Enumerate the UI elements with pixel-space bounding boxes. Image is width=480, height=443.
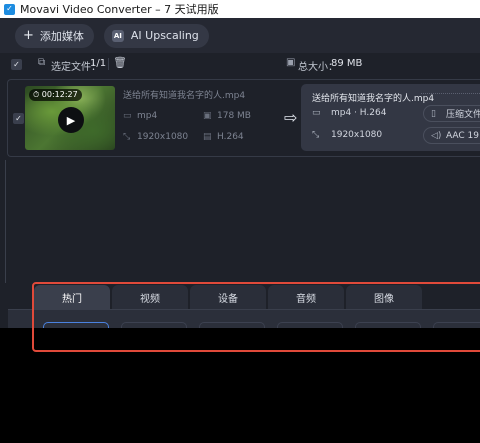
audio-codec-label: AAC 19 xyxy=(446,130,480,141)
format-icon: ▭ xyxy=(123,111,132,121)
codec-icon: ▤ xyxy=(203,132,212,142)
file-checkbox[interactable]: ✓ xyxy=(13,113,24,124)
app-window: ✓ Movavi Video Converter – 7 天试用版 + 添加媒体… xyxy=(0,0,480,328)
compress-file-button[interactable]: ▯ 压缩文件 xyxy=(423,105,480,122)
disk-icon: ▣ xyxy=(286,57,296,68)
delete-icon[interactable]: 🗑 xyxy=(113,56,127,69)
duration-badge: ⏱ 00:12:27 xyxy=(29,89,82,101)
file-size-icon: ▣ xyxy=(203,111,212,121)
convert-arrow-icon: ⇨ xyxy=(284,108,298,127)
output-file-name[interactable]: 送给所有知道我名字的人.mp4 xyxy=(312,91,434,104)
source-resolution: 1920x1080 xyxy=(137,132,189,142)
ai-icon: AI xyxy=(111,29,124,42)
output-format: mp4 · H.264 xyxy=(331,108,387,118)
audio-settings-button[interactable]: ◁) AAC 19 xyxy=(423,127,480,144)
source-format: mp4 xyxy=(137,111,158,121)
source-size: 178 MB xyxy=(217,111,251,121)
output-resolution: 1920x1080 xyxy=(331,130,383,140)
total-size-value: 89 MB xyxy=(331,58,363,69)
plus-icon: + xyxy=(23,28,34,43)
resolution-icon: ⤡ xyxy=(123,132,131,142)
compress-label: 压缩文件 xyxy=(446,110,480,120)
output-settings[interactable]: 送给所有知道我名字的人.mp4 ▭ mp4 · H.264 ⤡ 1920x108… xyxy=(301,84,480,151)
video-thumbnail[interactable]: ⏱ 00:12:27 ▶ xyxy=(25,86,115,150)
select-all-checkbox[interactable]: ✓ xyxy=(11,59,22,70)
compress-icon: ▯ xyxy=(431,108,436,119)
format-icon: ▭ xyxy=(312,108,321,118)
divider xyxy=(421,93,480,94)
divider xyxy=(5,160,6,285)
play-icon[interactable]: ▶ xyxy=(58,107,84,133)
source-codec: H.264 xyxy=(217,132,244,142)
movavi-logo-icon: ✓ xyxy=(4,3,15,15)
selected-files-count: 1/1 xyxy=(90,58,107,69)
add-media-label: 添加媒体 xyxy=(39,29,84,43)
selection-bar: ✓ ⧉ 选定文件： 1/1 🗑 ▣ 总大小： 89 MB xyxy=(0,53,480,75)
title-bar: ✓ Movavi Video Converter – 7 天试用版 xyxy=(0,0,480,18)
window-title: Movavi Video Converter – 7 天试用版 xyxy=(20,3,219,16)
ai-upscaling-button[interactable]: AI AI Upscaling xyxy=(103,23,209,48)
ai-upscaling-label: AI Upscaling xyxy=(130,29,199,42)
add-media-button[interactable]: + 添加媒体 xyxy=(15,23,94,48)
files-icon: ⧉ xyxy=(38,57,46,68)
divider xyxy=(108,58,109,70)
source-file-name: 送给所有知道我名字的人.mp4 xyxy=(123,91,246,101)
speaker-icon: ◁) xyxy=(431,130,442,141)
resolution-icon: ⤡ xyxy=(312,130,320,140)
highlight-frame xyxy=(32,282,480,352)
main-toolbar: + 添加媒体 AI AI Upscaling xyxy=(0,18,480,53)
